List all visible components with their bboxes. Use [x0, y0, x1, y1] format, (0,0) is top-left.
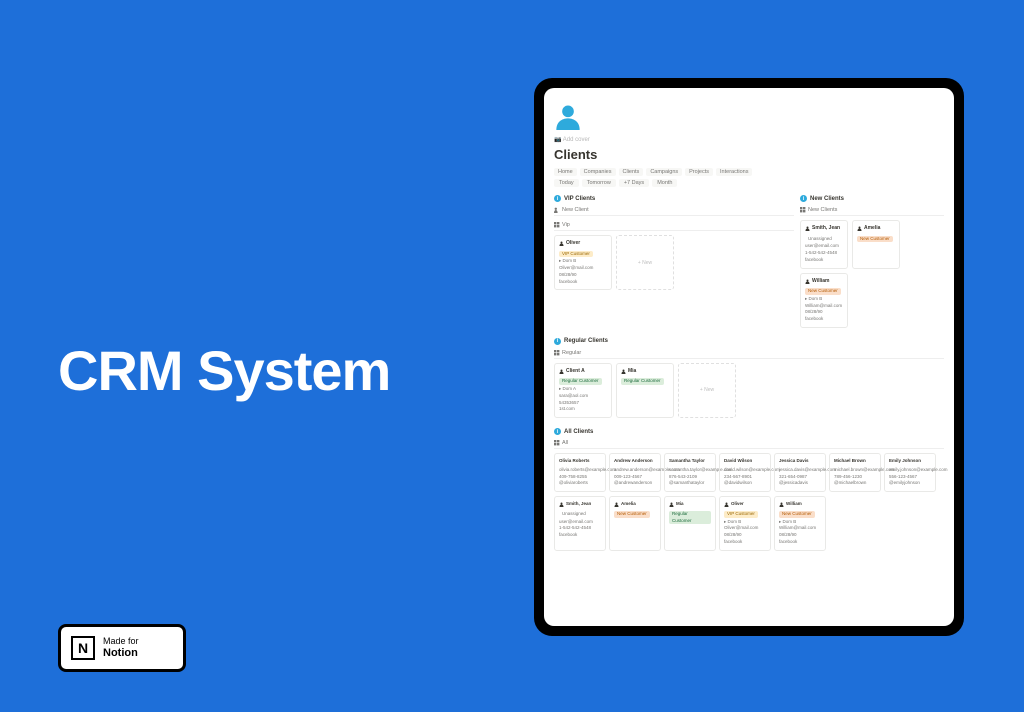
page-title: Clients — [554, 147, 944, 162]
breadcrumbs: Home Companies Clients Campaigns Project… — [554, 168, 944, 176]
notion-logo-icon: N — [71, 636, 95, 660]
add-cover-button[interactable]: 📷 Add cover — [554, 136, 944, 143]
regular-new-card[interactable]: + New — [678, 363, 736, 418]
regular-view-tab[interactable]: Regular — [554, 348, 944, 359]
person-icon — [614, 502, 619, 507]
crumb-companies[interactable]: Companies — [580, 168, 616, 176]
vip-new-card[interactable]: + New — [616, 235, 674, 290]
crumb-clients[interactable]: Clients — [619, 168, 644, 176]
new-client-tab[interactable]: New Client — [554, 205, 794, 216]
notion-screen: 📷 Add cover Clients Home Companies Clien… — [544, 88, 954, 626]
info-icon: i — [554, 428, 561, 435]
all-card[interactable]: AmeliaNew Customer — [609, 496, 661, 551]
new-clients-section: iNew Clients New Clients Smith, Jean Una… — [800, 195, 944, 328]
person-icon — [805, 226, 810, 231]
all-card[interactable]: Jessica Davisjessica.davis@example.com32… — [774, 453, 826, 492]
new-clients-view-tab[interactable]: New Clients — [800, 205, 944, 216]
all-card[interactable]: Olivia Robertsolivia.roberts@example.com… — [554, 453, 606, 492]
vip-card-oliver[interactable]: Oliver VIP Customer ▸ Dom B Oliver@mail.… — [554, 235, 612, 290]
person-icon — [559, 502, 564, 507]
all-card[interactable]: Michael Brownmichael.brown@example.com78… — [829, 453, 881, 492]
new-card-smith[interactable]: Smith, Jean Unassigned user@email.com 1-… — [800, 220, 848, 269]
all-card[interactable]: Andrew Andersonandrew.anderson@example.c… — [609, 453, 661, 492]
info-icon: i — [554, 195, 561, 202]
badge-text: Made for Notion — [103, 636, 139, 660]
tablet-frame: 📷 Add cover Clients Home Companies Clien… — [534, 78, 964, 636]
person-icon — [669, 502, 674, 507]
made-for-notion-badge: N Made for Notion — [58, 624, 186, 672]
person-icon — [805, 279, 810, 284]
person-icon — [857, 226, 862, 231]
filter-7days[interactable]: +7 Days — [619, 179, 649, 187]
new-card-amelia[interactable]: Amelia New Customer — [852, 220, 900, 269]
all-card[interactable]: Emily Johnsonemily.johnson@example.com55… — [884, 453, 936, 492]
crumb-projects[interactable]: Projects — [685, 168, 713, 176]
info-icon: i — [800, 195, 807, 202]
vip-header: VIP Clients — [564, 196, 595, 202]
all-card[interactable]: David Wilsondavid.wilson@example.com234-… — [719, 453, 771, 492]
all-card[interactable]: MiaRegular Customer — [664, 496, 716, 551]
hero-title: CRM System — [58, 338, 390, 403]
all-card[interactable]: WilliamNew Customer▸ Dom BWilliam@mail.c… — [774, 496, 826, 551]
filter-month[interactable]: Month — [652, 179, 677, 187]
new-card-william[interactable]: William New Customer ▸ Dom B William@mai… — [800, 273, 848, 328]
date-filters: Today Tomorrow +7 Days Month — [554, 179, 944, 187]
info-icon: i — [554, 338, 561, 345]
vip-tag: VIP Customer — [559, 251, 593, 258]
all-view-tab[interactable]: All — [554, 438, 944, 449]
all-card[interactable]: Smith, JeanUnassigneduser@email.com1-542… — [554, 496, 606, 551]
new-header: New Clients — [810, 196, 844, 202]
person-icon — [559, 369, 564, 374]
regular-card-client-a[interactable]: Client A Regular Customer ▸ Dom A sara@a… — [554, 363, 612, 418]
filter-today[interactable]: Today — [554, 179, 579, 187]
all-header: All Clients — [564, 429, 593, 435]
regular-card-mia[interactable]: Mia Regular Customer — [616, 363, 674, 418]
client-avatar-icon — [554, 102, 582, 130]
person-icon — [724, 502, 729, 507]
regular-header: Regular Clients — [564, 338, 608, 344]
vip-view-tab[interactable]: Vip — [554, 220, 794, 231]
all-card[interactable]: OliverVIP Customer▸ Dom BOliver@mail.com… — [719, 496, 771, 551]
crumb-interactions[interactable]: Interactions — [716, 168, 752, 176]
person-icon — [621, 369, 626, 374]
person-icon — [559, 241, 564, 246]
vip-clients-section: iVIP Clients New Client Vip Oliver VIP C… — [554, 195, 794, 328]
crumb-campaigns[interactable]: Campaigns — [646, 168, 682, 176]
all-clients-section: iAll Clients All Olivia Robertsolivia.ro… — [554, 428, 944, 551]
filter-tomorrow[interactable]: Tomorrow — [582, 179, 616, 187]
all-card[interactable]: Samantha Taylorsamantha.taylor@example.c… — [664, 453, 716, 492]
person-icon — [779, 502, 784, 507]
crumb-home[interactable]: Home — [554, 168, 577, 176]
regular-clients-section: iRegular Clients Regular Client A Regula… — [554, 338, 944, 418]
